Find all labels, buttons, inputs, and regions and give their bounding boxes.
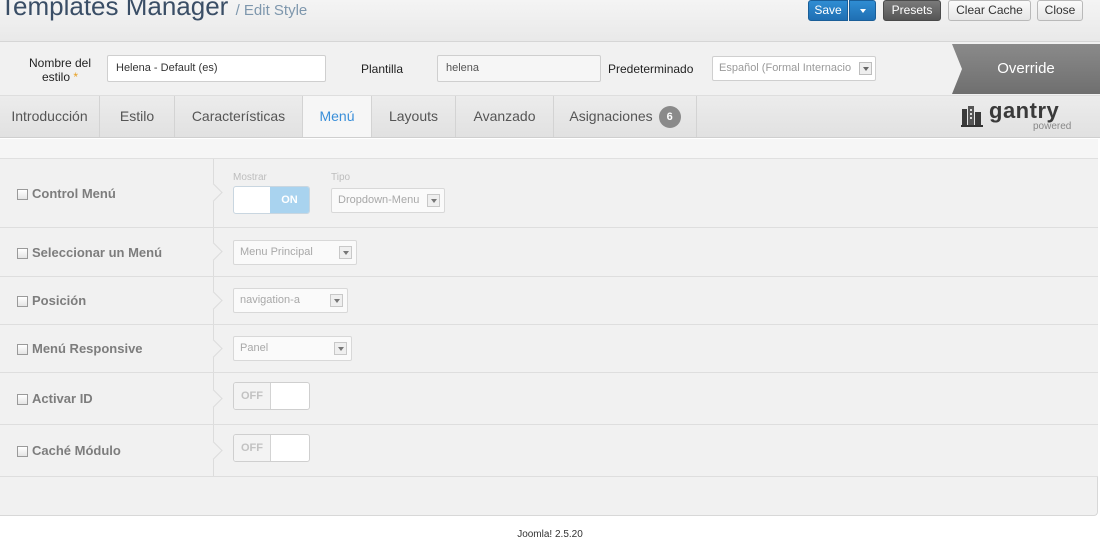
cache-module-checkbox[interactable] <box>17 446 28 457</box>
toolbar: Templates Manager / Edit Style Save Pres… <box>0 0 1100 42</box>
responsive-label: Menú Responsive <box>32 341 143 356</box>
gantry-tagline: powered <box>1033 121 1072 132</box>
activate-id-label: Activar ID <box>32 391 93 406</box>
override-button[interactable]: Override <box>952 44 1100 94</box>
page-title: Templates Manager / Edit Style <box>0 0 307 22</box>
mostrar-label: Mostrar <box>233 172 267 183</box>
tab-caracteristicas[interactable]: Características <box>175 96 303 137</box>
default-language-select[interactable]: Español (Formal Internacio <box>712 56 876 81</box>
menu-type-value: Dropdown-Menu <box>338 194 420 206</box>
responsive-select[interactable]: Panel <box>233 336 352 361</box>
caret-down-icon <box>859 8 866 13</box>
control-menu-checkbox[interactable] <box>17 189 28 200</box>
page-subtitle: / Edit Style <box>235 2 308 19</box>
responsive-select-value: Panel <box>240 342 269 354</box>
responsive-checkbox[interactable] <box>17 344 28 355</box>
style-details: Nombre del estilo * Helena - Default (es… <box>0 42 1100 96</box>
control-menu-label: Control Menú <box>32 186 116 201</box>
chevron-down-icon <box>427 194 440 207</box>
presets-button[interactable]: Presets <box>883 0 941 21</box>
setting-row-cache-module: Caché Módulo OFF <box>0 425 1098 477</box>
template-field: helena <box>437 55 601 82</box>
building-icon <box>961 106 983 127</box>
position-checkbox[interactable] <box>17 296 28 307</box>
activate-id-toggle[interactable]: OFF <box>233 382 310 410</box>
setting-row-position: Posición navigation-a <box>0 277 1098 325</box>
count-badge: 6 <box>658 106 681 129</box>
panel-top-strip <box>0 139 1098 159</box>
tab-bar: Introducción Estilo Características Menú… <box>0 96 1100 138</box>
style-name-label-text: Nombre del estilo <box>28 56 92 84</box>
style-name-label: Nombre del estilo * <box>24 56 96 84</box>
menu-type-select[interactable]: Dropdown-Menu <box>331 188 445 213</box>
setting-row-responsive: Menú Responsive Panel <box>0 325 1098 373</box>
page-title-text: Templates Manager <box>0 0 229 21</box>
chevron-down-icon <box>339 246 352 259</box>
required-mark: * <box>73 70 79 84</box>
gantry-logo: gantry powered <box>961 98 1076 134</box>
position-select-value: navigation-a <box>240 294 300 306</box>
tab-introduccion[interactable]: Introducción <box>0 96 100 137</box>
menu-select-value: Menu Principal <box>240 246 313 258</box>
save-options-button[interactable] <box>849 0 876 21</box>
style-name-input[interactable]: Helena - Default (es) <box>107 55 326 82</box>
tab-asignaciones[interactable]: Asignaciones 6 <box>554 96 697 137</box>
settings-panel: Control Menú Mostrar Tipo ON Dropdown-Me… <box>0 139 1098 516</box>
tab-layouts[interactable]: Layouts <box>372 96 456 137</box>
chevron-down-icon <box>334 342 347 355</box>
save-button[interactable]: Save <box>808 0 848 21</box>
setting-row-select-menu: Seleccionar un Menú Menu Principal <box>0 228 1098 277</box>
select-menu-checkbox[interactable] <box>17 248 28 259</box>
position-label: Posición <box>32 293 87 308</box>
tab-avanzado[interactable]: Avanzado <box>456 96 554 137</box>
close-button[interactable]: Close <box>1037 0 1083 21</box>
setting-row-activate-id: Activar ID OFF <box>0 373 1098 425</box>
clear-cache-button[interactable]: Clear Cache <box>948 0 1031 21</box>
chevron-down-icon <box>859 62 872 75</box>
cache-module-toggle[interactable]: OFF <box>233 434 310 462</box>
tab-asignaciones-label: Asignaciones <box>569 108 653 124</box>
chevron-down-icon <box>330 294 343 307</box>
activate-id-checkbox[interactable] <box>17 394 28 405</box>
default-language-value: Español (Formal Internacio <box>719 62 852 74</box>
show-menu-toggle[interactable]: ON <box>233 186 310 214</box>
select-menu-label: Seleccionar un Menú <box>32 245 163 260</box>
position-select[interactable]: navigation-a <box>233 288 348 313</box>
cache-module-label: Caché Módulo <box>32 443 121 458</box>
footer-version: Joomla! 2.5.20 <box>517 529 583 540</box>
template-label: Plantilla <box>361 62 404 76</box>
tipo-label: Tipo <box>331 172 351 183</box>
default-label: Predeterminado <box>608 62 694 76</box>
tab-estilo[interactable]: Estilo <box>100 96 175 137</box>
tab-menu[interactable]: Menú <box>303 96 372 137</box>
toggle-off-label: OFF <box>234 435 271 461</box>
toggle-on-label: ON <box>270 187 309 213</box>
setting-row-control-menu: Control Menú Mostrar Tipo ON Dropdown-Me… <box>0 159 1098 228</box>
menu-select[interactable]: Menu Principal <box>233 240 357 265</box>
toggle-off-label: OFF <box>234 383 271 409</box>
